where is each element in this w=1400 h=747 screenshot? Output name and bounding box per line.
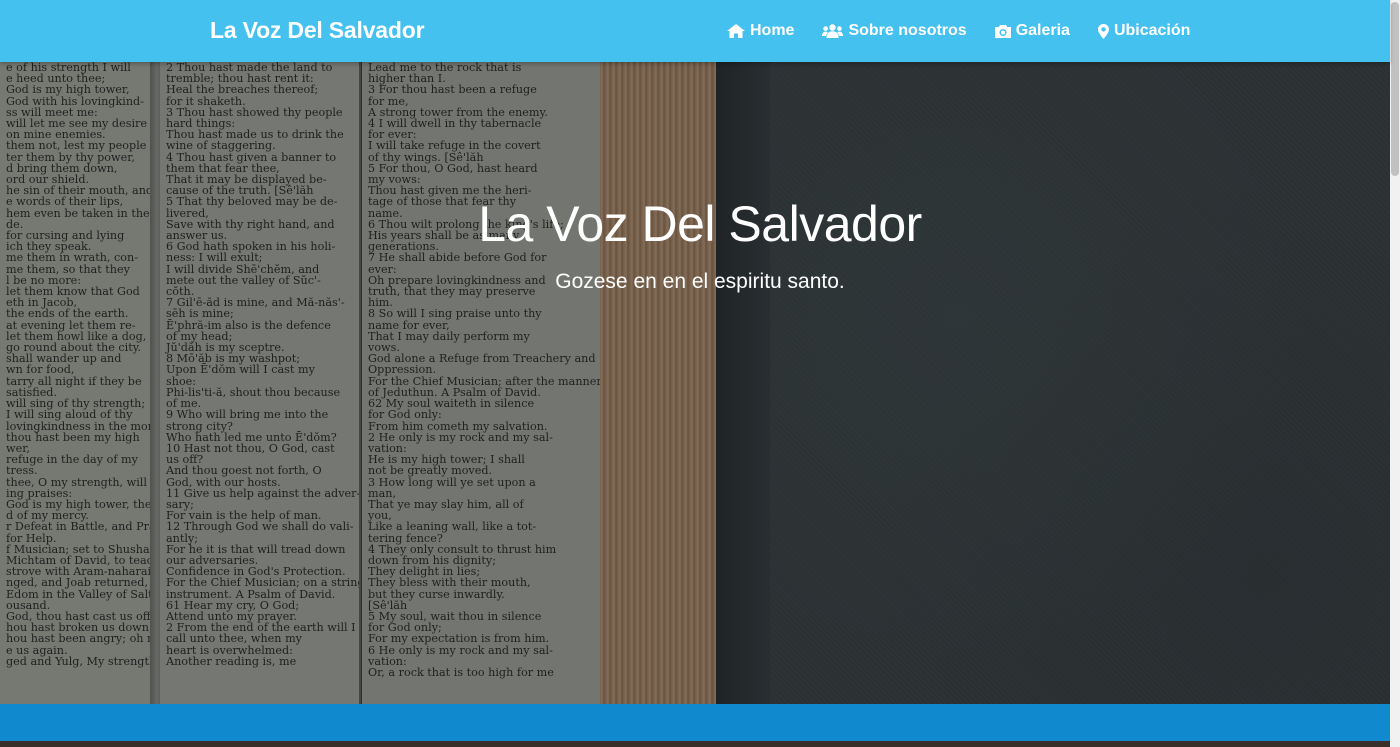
navbar: La Voz Del Salvador Home Sobre nosotros: [0, 0, 1390, 62]
map-marker-icon: [1097, 23, 1109, 39]
brand-logo-text[interactable]: La Voz Del Salvador: [210, 17, 425, 44]
footer-bar: [0, 704, 1390, 741]
nav-location-link[interactable]: Ubicación: [1097, 22, 1191, 40]
nav-gallery-link[interactable]: Galeria: [994, 22, 1070, 40]
hero-title: La Voz Del Salvador: [478, 196, 922, 252]
scrollbar-thumb[interactable]: [1391, 2, 1399, 176]
page-scrollbar[interactable]: [1390, 0, 1400, 747]
next-section-edge: [0, 741, 1390, 747]
nav-location-label: Ubicación: [1113, 22, 1191, 39]
nav-links: Home Sobre nosotros Galeria Ubicación: [727, 22, 1190, 40]
nav-gallery-label: Galeria: [1015, 22, 1070, 39]
hero-overlay: [0, 62, 1390, 704]
users-icon: [822, 24, 844, 38]
hero-subtitle: Gozese en en el espiritu santo.: [555, 270, 845, 293]
home-icon: [727, 24, 745, 38]
nav-about-link[interactable]: Sobre nosotros: [822, 22, 967, 40]
nav-about-label: Sobre nosotros: [848, 22, 967, 39]
camera-icon: [994, 25, 1011, 38]
nav-home-link[interactable]: Home: [727, 22, 794, 40]
hero-section: e of his strength I will e heed unto thee…: [0, 62, 1390, 704]
nav-home-label: Home: [750, 22, 795, 39]
